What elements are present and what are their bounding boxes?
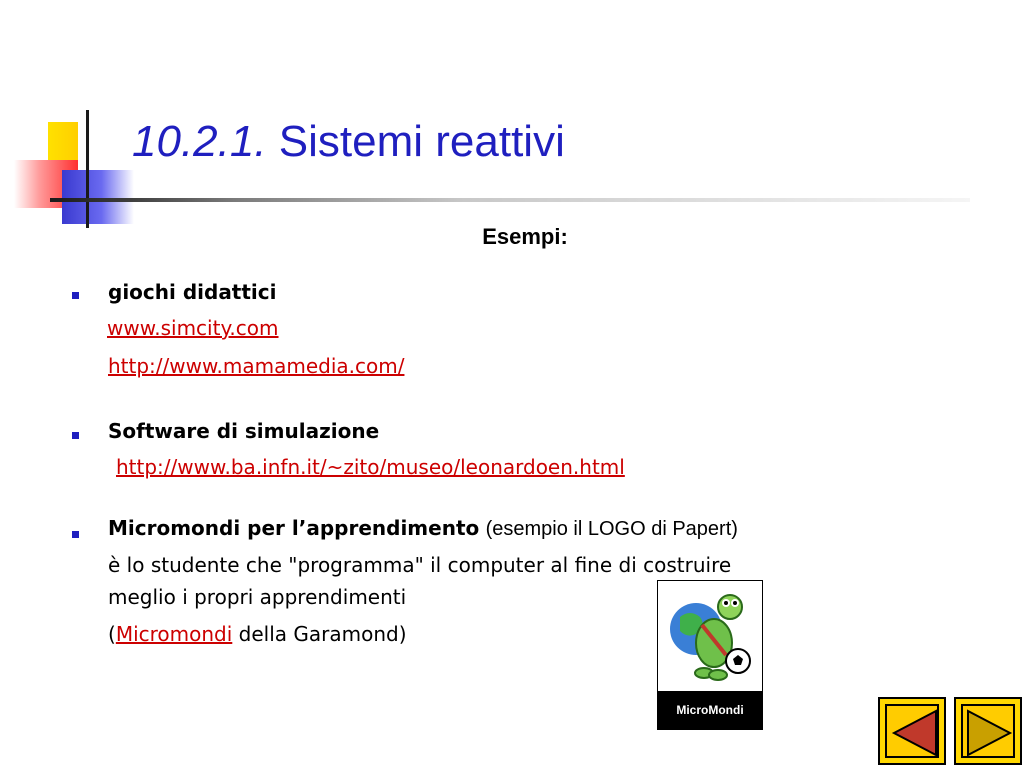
triangle-right-icon — [967, 709, 1013, 757]
section-heading-micromondi: Micromondi per l’apprendimento (esempio … — [108, 516, 738, 541]
bullet-icon — [72, 292, 79, 299]
bullet-icon — [72, 531, 79, 538]
micromondi-heading: Micromondi per l’apprendimento — [108, 516, 480, 540]
turtle-icon — [670, 594, 751, 681]
link-mamamedia[interactable]: http://www.mamamedia.com/ — [108, 354, 404, 378]
micromondi-desc-line1: è lo studente che "programma" il compute… — [108, 553, 732, 577]
page-title: 10.2.1. Sistemi reattivi — [132, 116, 565, 169]
prev-slide-button[interactable] — [878, 697, 946, 765]
bullet-icon — [72, 432, 79, 439]
section-heading-giochi: giochi didattici — [108, 280, 277, 304]
paren-rest: della Garamond) — [232, 622, 407, 646]
section-heading-software: Software di simulazione — [108, 419, 380, 443]
paren-open: ( — [108, 622, 116, 646]
micromondi-logo-image: MicroMondi — [657, 580, 763, 730]
logo-vertical-line — [86, 110, 89, 228]
link-micromondi[interactable]: Micromondi — [116, 622, 232, 646]
triangle-left-icon — [891, 709, 937, 757]
next-slide-button[interactable] — [954, 697, 1022, 765]
micromondi-credit: (Micromondi della Garamond) — [108, 622, 407, 646]
link-leonardo[interactable]: http://www.ba.infn.it/~zito/museo/leonar… — [116, 455, 625, 479]
title-underline — [50, 198, 970, 202]
title-number: 10.2.1. — [132, 117, 267, 166]
micromondi-logo-label: MicroMondi — [658, 691, 762, 729]
logo-blue-square — [62, 170, 134, 224]
link-simcity[interactable]: www.simcity.com — [107, 316, 279, 340]
title-text: Sistemi reattivi — [278, 117, 565, 166]
micromondi-desc-line2: meglio i propri apprendimenti — [108, 585, 407, 609]
subheading: Esempi: — [482, 224, 568, 249]
micromondi-note: (esempio il LOGO di Papert) — [485, 518, 738, 540]
